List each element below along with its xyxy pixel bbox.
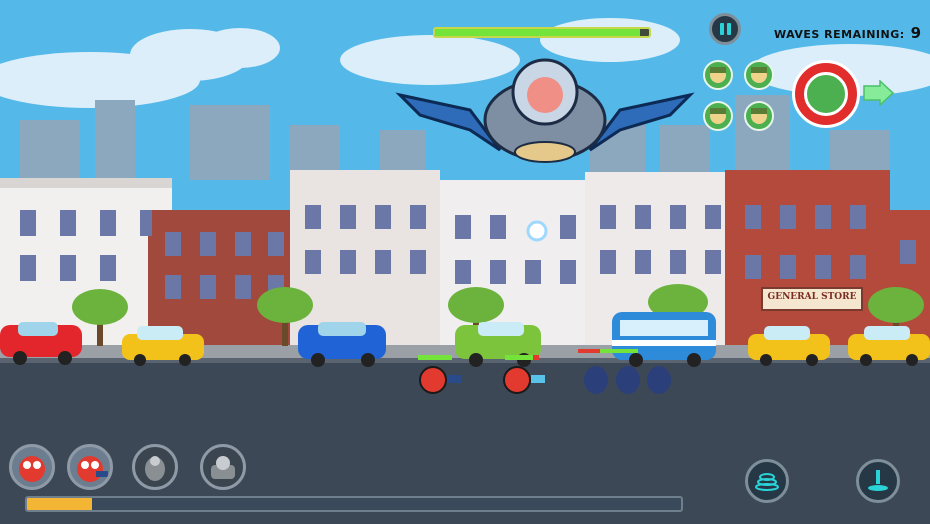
next-wave-button[interactable] <box>862 79 895 107</box>
unit-button-tank-locked[interactable] <box>200 444 246 490</box>
unit-button-bird-locked[interactable] <box>132 444 178 490</box>
pause-icon <box>719 23 731 35</box>
enemy-portrait-4 <box>744 101 774 131</box>
waves-label: WAVES REMAINING: <box>774 28 905 41</box>
energy-bar <box>25 496 683 512</box>
unit-button-red-robot[interactable] <box>9 444 55 490</box>
game-scene: GENERAL STORE WAVES REMAINING: 9 <box>0 0 930 524</box>
boss-portrait <box>792 60 860 128</box>
pause-button[interactable] <box>709 13 741 45</box>
shield-ring-icon <box>755 473 779 491</box>
beam-strike-icon <box>868 470 888 491</box>
blue-bus <box>612 312 716 367</box>
waves-remaining: WAVES REMAINING: 9 <box>774 24 922 42</box>
waves-count: 9 <box>910 24 922 42</box>
boss-health-bar <box>433 27 651 38</box>
boss-health-fill <box>435 29 641 36</box>
enemy-portrait-1 <box>703 60 733 90</box>
store-sign: GENERAL STORE <box>767 292 857 302</box>
ability-shield-button[interactable] <box>745 459 789 503</box>
game-background <box>0 0 930 524</box>
ability-strike-button[interactable] <box>856 459 900 503</box>
enemy-portrait-2 <box>744 60 774 90</box>
unit-button-red-robot-gunner[interactable] <box>67 444 113 490</box>
energy-bar-fill <box>27 498 93 510</box>
arrow-right-icon <box>863 79 895 107</box>
enemy-portrait-3 <box>703 101 733 131</box>
energy-orb <box>526 220 548 242</box>
